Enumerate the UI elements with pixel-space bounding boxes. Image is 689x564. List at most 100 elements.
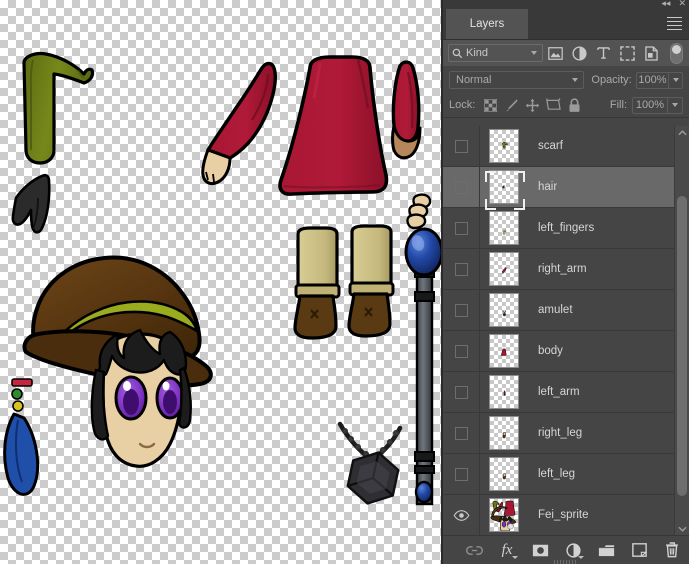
new-adjustment-layer-button[interactable] <box>563 540 583 560</box>
layer-visibility-toggle[interactable] <box>443 126 480 166</box>
canvas-area[interactable] <box>0 0 442 564</box>
layer-row[interactable]: scarf <box>443 126 689 167</box>
opacity-value: 100% <box>638 74 666 86</box>
filter-adjustment-layers[interactable] <box>567 43 591 63</box>
layer-thumbnail-cell[interactable] <box>480 252 528 286</box>
fill-slider-chevron[interactable] <box>668 97 683 114</box>
layer-visibility-toggle[interactable] <box>443 249 480 289</box>
eye-icon[interactable] <box>443 495 480 535</box>
visibility-checkbox[interactable] <box>455 140 468 153</box>
filter-type-layers[interactable] <box>591 43 615 63</box>
chevron-down-icon[interactable] <box>531 51 537 55</box>
layer-thumbnail-cell[interactable] <box>480 334 528 368</box>
visibility-checkbox[interactable] <box>455 468 468 481</box>
panel-title-strip: ◂◂ ✕ <box>443 0 689 9</box>
filter-kind-select[interactable]: Kind <box>448 44 543 62</box>
layer-list[interactable]: scarfhair left_fingers right_armamulet body… <box>443 126 689 535</box>
new-layer-button[interactable] <box>629 540 649 560</box>
filter-smart-objects[interactable] <box>639 43 663 63</box>
layer-visibility-toggle[interactable] <box>443 413 480 453</box>
layer-row[interactable]: Fei_sprite <box>443 495 689 535</box>
layer-name: Fei_sprite <box>538 509 589 521</box>
layer-thumbnail[interactable] <box>489 498 519 532</box>
layer-thumbnail-cell[interactable] <box>480 293 528 327</box>
layer-thumbnail-cell[interactable] <box>480 498 528 532</box>
layer-row[interactable]: left_leg <box>443 454 689 495</box>
layer-visibility-toggle[interactable] <box>443 372 480 412</box>
lock-bar: Lock: <box>443 93 689 118</box>
fill-input[interactable]: 100% <box>632 97 668 114</box>
layer-row[interactable]: right_arm <box>443 249 689 290</box>
close-icon[interactable]: ✕ <box>678 0 686 9</box>
layer-row[interactable]: body <box>443 331 689 372</box>
layer-row[interactable]: left_fingers <box>443 208 689 249</box>
layer-list-scrollbar[interactable] <box>674 126 689 535</box>
layer-visibility-toggle[interactable] <box>443 454 480 494</box>
layer-thumbnail[interactable] <box>489 457 519 491</box>
layer-visibility-toggle[interactable] <box>443 208 480 248</box>
layers-bottom-toolbar: fx <box>443 535 689 564</box>
visibility-checkbox[interactable] <box>455 222 468 235</box>
layer-thumbnail[interactable] <box>489 129 519 163</box>
layer-thumbnail-cell[interactable] <box>480 170 528 204</box>
layer-name: left_fingers <box>538 222 594 234</box>
layer-thumbnail-cell[interactable] <box>480 375 528 409</box>
panel-resize-grip[interactable] <box>554 560 578 564</box>
layer-thumbnail[interactable] <box>489 170 519 204</box>
opacity-slider-chevron[interactable] <box>669 72 683 89</box>
layer-thumbnail[interactable] <box>489 293 519 327</box>
layer-row[interactable]: left_arm <box>443 372 689 413</box>
layer-row[interactable]: amulet <box>443 290 689 331</box>
blend-mode-select[interactable]: Normal <box>449 71 584 89</box>
visibility-checkbox[interactable] <box>455 263 468 276</box>
art-part-right-leg <box>295 228 339 338</box>
layer-thumbnail-cell[interactable] <box>480 457 528 491</box>
visibility-checkbox[interactable] <box>455 345 468 358</box>
layer-thumbnail[interactable] <box>489 211 519 245</box>
search-icon <box>452 48 463 59</box>
visibility-checkbox[interactable] <box>455 427 468 440</box>
filter-shape-layers[interactable] <box>615 43 639 63</box>
hamburger-menu-icon[interactable] <box>667 17 682 30</box>
visibility-checkbox[interactable] <box>455 304 468 317</box>
filter-pixel-layers[interactable] <box>543 43 567 63</box>
layer-style-button[interactable]: fx <box>497 540 517 560</box>
lock-image-pixels[interactable] <box>501 96 522 115</box>
layer-thumbnail-cell[interactable] <box>480 416 528 450</box>
transparent-canvas-background[interactable] <box>0 0 441 564</box>
visibility-checkbox[interactable] <box>455 386 468 399</box>
chevron-down-icon[interactable] <box>572 78 578 82</box>
layer-thumbnail-cell[interactable] <box>480 211 528 245</box>
opacity-input[interactable]: 100% <box>636 72 669 89</box>
link-layers-button[interactable] <box>464 540 484 560</box>
add-layer-mask-button[interactable] <box>530 540 550 560</box>
blend-mode-value: Normal <box>456 74 572 86</box>
visibility-checkbox[interactable] <box>455 181 468 194</box>
layer-thumbnail[interactable] <box>489 416 519 450</box>
delete-layer-button[interactable] <box>662 540 682 560</box>
filter-kind-label: Kind <box>466 47 531 59</box>
lock-artboard-nesting[interactable] <box>543 96 564 115</box>
layer-visibility-toggle[interactable] <box>443 290 480 330</box>
layer-row[interactable]: hair <box>443 167 689 208</box>
lock-transparent-pixels[interactable] <box>480 96 501 115</box>
lock-all[interactable] <box>564 96 585 115</box>
layer-visibility-toggle[interactable] <box>443 331 480 371</box>
layer-row[interactable]: right_leg <box>443 413 689 454</box>
artwork-sprite-sheet <box>0 0 441 564</box>
layer-visibility-toggle[interactable] <box>443 167 480 207</box>
filter-enable-toggle[interactable] <box>670 43 683 64</box>
layer-thumbnail-cell[interactable] <box>480 129 528 163</box>
layer-thumbnail[interactable] <box>489 334 519 368</box>
layer-name: body <box>538 345 563 357</box>
collapse-panel-icon[interactable]: ◂◂ <box>661 0 670 9</box>
tab-layers[interactable]: Layers <box>446 9 528 39</box>
lock-position[interactable] <box>522 96 543 115</box>
scroll-down-arrow-icon[interactable] <box>675 522 689 535</box>
lock-label: Lock: <box>449 99 475 111</box>
layer-thumbnail[interactable] <box>489 252 519 286</box>
scrollbar-thumb[interactable] <box>677 196 687 496</box>
layer-thumbnail[interactable] <box>489 375 519 409</box>
scroll-up-arrow-icon[interactable] <box>675 126 689 139</box>
new-group-button[interactable] <box>596 540 616 560</box>
